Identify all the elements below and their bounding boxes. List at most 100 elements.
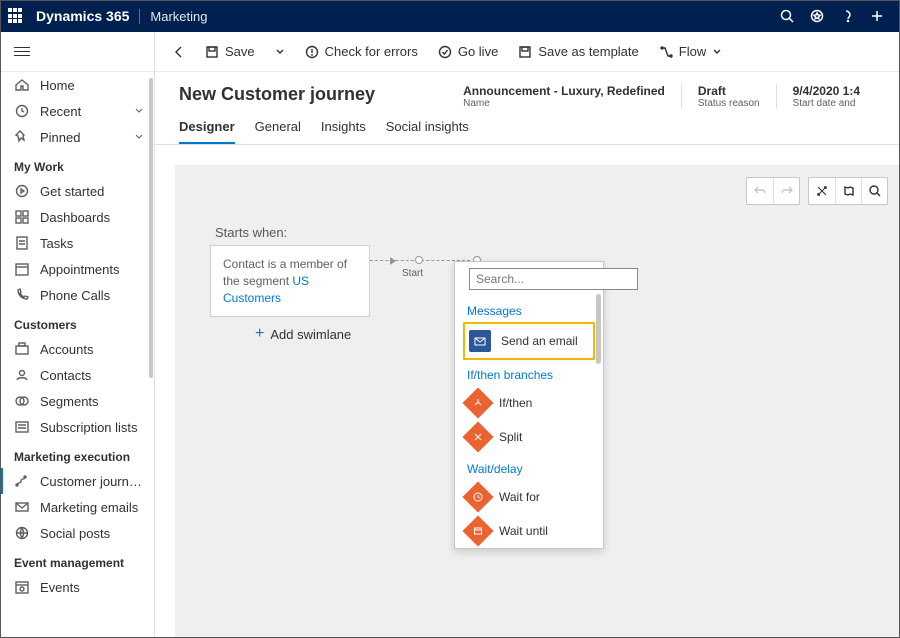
save-dropdown[interactable]	[267, 38, 293, 66]
page-title: New Customer journey	[179, 84, 375, 105]
chevron-down-icon	[134, 130, 144, 145]
sidebar-item-label: Dashboards	[40, 210, 144, 225]
sidebar-item-pinned[interactable]: Pinned	[0, 124, 154, 150]
social-icon	[14, 525, 30, 541]
calendar-icon	[14, 261, 30, 277]
flow-button[interactable]: Flow	[651, 38, 730, 66]
undo-button[interactable]	[747, 178, 773, 204]
meta-value: 9/4/2020 1:4	[793, 84, 860, 98]
brand-label[interactable]: Dynamics 365	[36, 8, 129, 24]
tab-designer[interactable]: Designer	[179, 119, 235, 144]
opt-label: If/then	[499, 396, 532, 410]
sidebar-item-accounts[interactable]: Accounts	[0, 336, 154, 362]
assistant-icon[interactable]	[802, 0, 832, 32]
tab-insights[interactable]: Insights	[321, 119, 366, 144]
add-icon[interactable]	[862, 0, 892, 32]
designer-canvas[interactable]: Starts when: Contact is a member of the …	[175, 165, 900, 638]
title-bar: Dynamics 365 Marketing	[0, 0, 900, 32]
sidebar-item-label: Events	[40, 580, 144, 595]
popup-scrollbar[interactable]	[596, 294, 601, 364]
cat-wait: Wait/delay	[455, 454, 603, 480]
flow-node-start[interactable]	[415, 256, 423, 264]
opt-waitfor[interactable]: Wait for	[455, 480, 603, 514]
app-launcher-icon[interactable]	[8, 8, 24, 24]
collapse-sidebar-button[interactable]	[0, 32, 154, 72]
contact-icon	[14, 367, 30, 383]
sidebar-item-customer-journeys[interactable]: Customer journeys	[0, 468, 154, 494]
header-meta-field: DraftStatus reason	[681, 84, 776, 109]
check-errors-button[interactable]: Check for errors	[297, 38, 426, 66]
cat-messages: Messages	[455, 296, 603, 322]
meta-label: Start date and	[793, 98, 860, 109]
home-icon	[14, 77, 30, 93]
sidebar-item-events[interactable]: Events	[0, 574, 154, 600]
hamburger-icon	[14, 44, 30, 59]
back-button[interactable]	[165, 38, 193, 66]
tab-social-insights[interactable]: Social insights	[386, 119, 469, 144]
sidebar-item-home[interactable]: Home	[0, 72, 154, 98]
header-meta-field: Announcement - Luxury, RedefinedName	[463, 84, 681, 109]
redo-button[interactable]	[773, 178, 799, 204]
sidebar-item-recent[interactable]: Recent	[0, 98, 154, 124]
zoom-button[interactable]	[861, 178, 887, 204]
cat-branches: If/then branches	[455, 360, 603, 386]
sublist-icon	[14, 419, 30, 435]
email-icon	[469, 330, 491, 352]
meta-label: Name	[463, 98, 665, 109]
add-swimlane-button[interactable]: + Add swimlane	[255, 325, 351, 343]
tabs: Designer General Insights Social insights	[155, 109, 900, 145]
sidebar-item-phone-calls[interactable]: Phone Calls	[0, 282, 154, 308]
opt-send-email[interactable]: Send an email	[463, 322, 595, 360]
main-content: Save Check for errors Go live Save as te…	[155, 32, 900, 638]
starts-when-label: Starts when:	[215, 225, 287, 240]
sidebar-item-label: Pinned	[40, 130, 124, 145]
meta-value: Announcement - Luxury, Redefined	[463, 84, 665, 98]
sidebar-item-social-posts[interactable]: Social posts	[0, 520, 154, 546]
sidebar-item-segments[interactable]: Segments	[0, 388, 154, 414]
sidebar-item-get-started[interactable]: Get started	[0, 178, 154, 204]
sidebar-item-label: Home	[40, 78, 144, 93]
save-button[interactable]: Save	[197, 38, 263, 66]
search-icon[interactable]	[772, 0, 802, 32]
fit-button[interactable]	[809, 178, 835, 204]
ifthen-icon	[462, 387, 493, 418]
sidebar-item-label: Appointments	[40, 262, 144, 277]
sidebar: HomeRecentPinnedMy WorkGet startedDashbo…	[0, 32, 155, 638]
sidebar-item-dashboards[interactable]: Dashboards	[0, 204, 154, 230]
scrollbar-thumb[interactable]	[149, 78, 153, 378]
sidebar-item-contacts[interactable]: Contacts	[0, 362, 154, 388]
sidebar-item-label: Tasks	[40, 236, 144, 251]
waituntil-icon	[462, 515, 493, 546]
phone-icon	[14, 287, 30, 303]
area-label[interactable]: Marketing	[139, 9, 207, 24]
account-icon	[14, 341, 30, 357]
go-live-button[interactable]: Go live	[430, 38, 506, 66]
events-icon	[14, 579, 30, 595]
sidebar-item-subscription-lists[interactable]: Subscription lists	[0, 414, 154, 440]
opt-ifthen[interactable]: If/then	[455, 386, 603, 420]
dashboard-icon	[14, 209, 30, 225]
opt-waituntil[interactable]: Wait until	[455, 514, 603, 548]
plus-icon: +	[255, 325, 264, 343]
opt-split[interactable]: Split	[455, 420, 603, 454]
check-label: Check for errors	[325, 44, 418, 59]
start-tile[interactable]: Contact is a member of the segment US Cu…	[210, 245, 370, 317]
opt-label: Split	[499, 430, 522, 444]
task-icon	[14, 235, 30, 251]
save-template-button[interactable]: Save as template	[510, 38, 646, 66]
start-text: Contact is a member of the segment	[223, 257, 347, 288]
sidebar-item-tasks[interactable]: Tasks	[0, 230, 154, 256]
sidebar-heading: Marketing execution	[0, 440, 154, 468]
tile-search-input[interactable]	[469, 268, 638, 290]
help-icon[interactable]	[832, 0, 862, 32]
tab-general[interactable]: General	[255, 119, 301, 144]
chevron-down-icon	[134, 104, 144, 119]
minimap-button[interactable]	[835, 178, 861, 204]
sidebar-item-label: Phone Calls	[40, 288, 144, 303]
split-icon	[462, 421, 493, 452]
sidebar-item-label: Customer journeys	[40, 474, 144, 489]
sidebar-item-marketing-emails[interactable]: Marketing emails	[0, 494, 154, 520]
opt-label: Send an email	[501, 334, 578, 348]
start-node-label: Start	[402, 268, 423, 279]
sidebar-item-appointments[interactable]: Appointments	[0, 256, 154, 282]
